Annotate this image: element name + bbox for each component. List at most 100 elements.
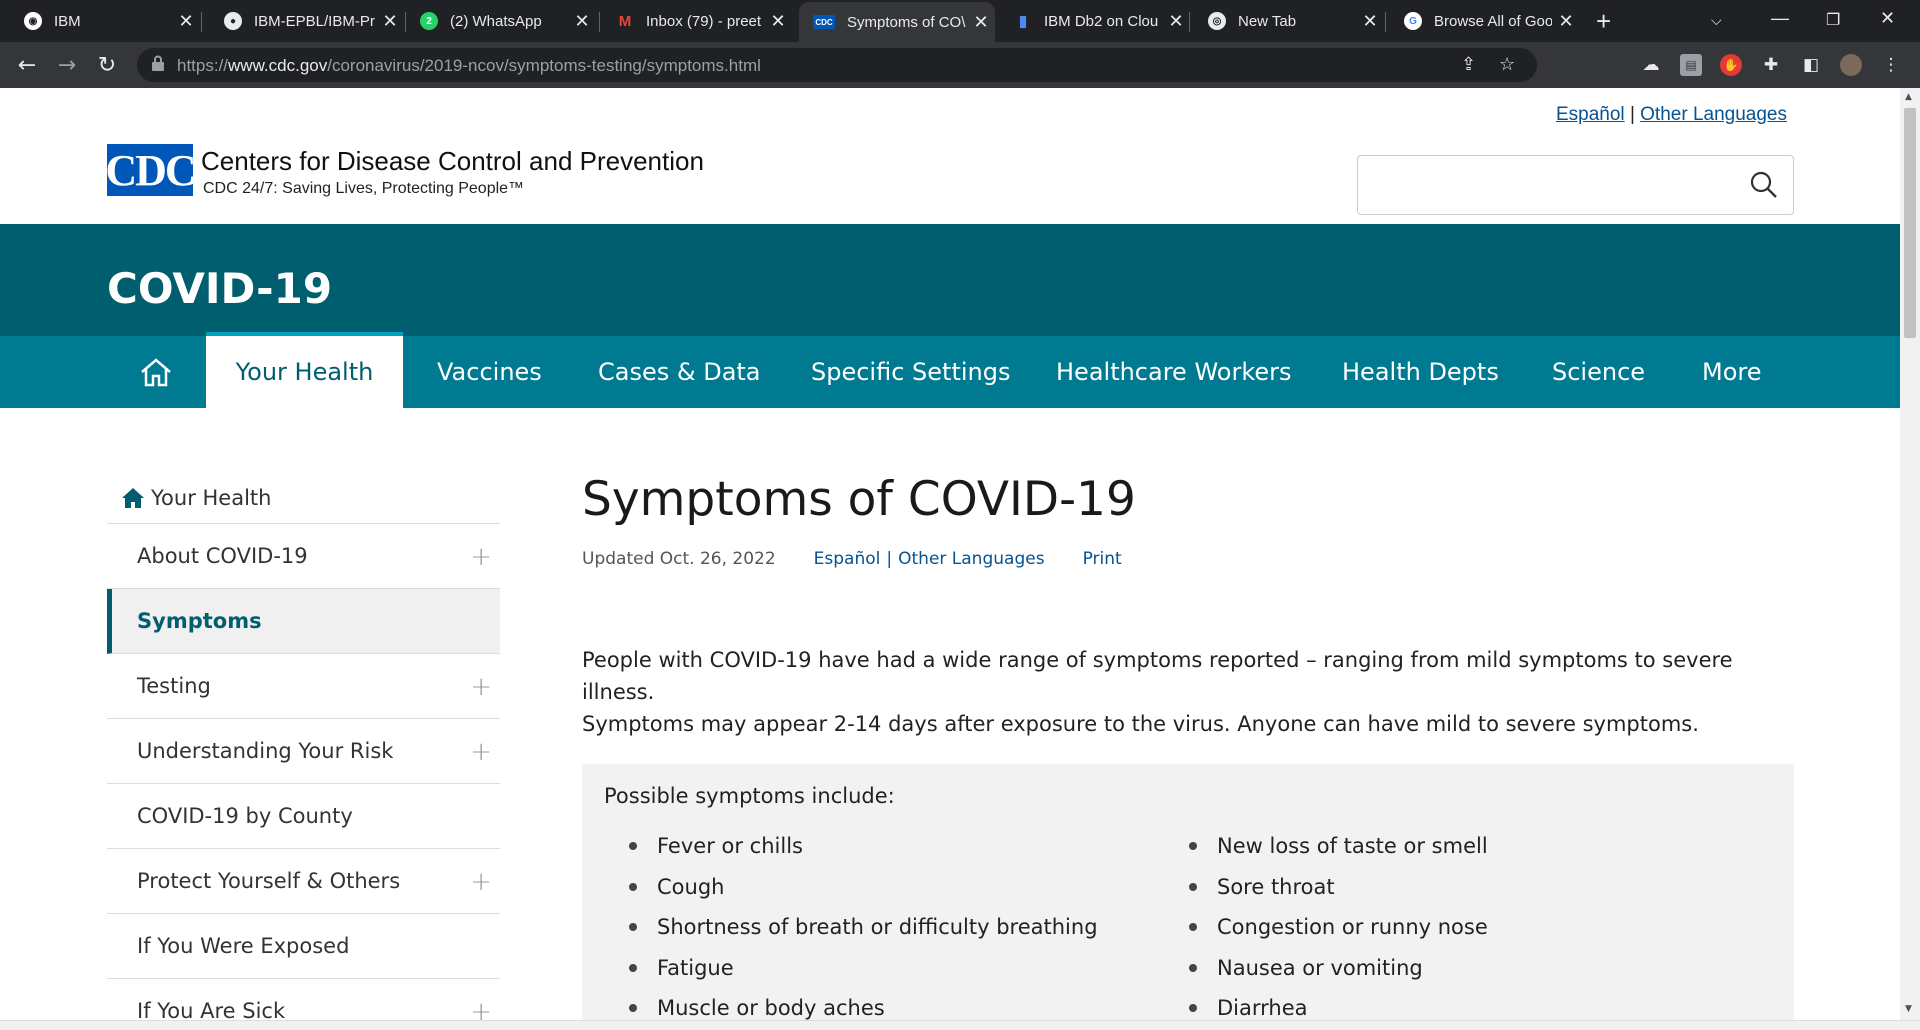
sidenav-item-testing[interactable]: Testing + [107, 654, 500, 719]
sidenav-item-label: Understanding Your Risk [137, 739, 394, 763]
tab-title: IBM Db2 on Clou [1044, 12, 1159, 30]
tab-search-chevron-icon[interactable]: ⌵ [1711, 12, 1722, 29]
github-icon: ● [224, 12, 242, 30]
bullet-icon [629, 923, 637, 932]
sidenav-top-your-health[interactable]: Your Health [107, 472, 500, 524]
sidenav-item-risk[interactable]: Understanding Your Risk + [107, 719, 500, 784]
expand-plus-icon[interactable]: + [470, 737, 492, 767]
symptom-item: New loss of taste or smell [1164, 826, 1724, 867]
callout-label: Possible symptoms include: [604, 784, 895, 808]
side-panel-icon[interactable]: ◧ [1800, 54, 1822, 76]
org-name[interactable]: Centers for Disease Control and Preventi… [201, 146, 704, 177]
nav-home[interactable] [136, 336, 176, 408]
bullet-icon [629, 1004, 637, 1013]
extension-sheet-icon[interactable]: ▤ [1680, 54, 1702, 76]
bullet-icon [1189, 923, 1197, 932]
reload-icon[interactable]: ↻ [92, 50, 122, 80]
intro-line: Symptoms may appear 2-14 days after expo… [582, 712, 1699, 736]
extension-stop-icon[interactable]: ✋ [1720, 54, 1742, 76]
forward-icon[interactable]: → [52, 50, 82, 80]
sidenav-item-symptoms[interactable]: Symptoms [107, 589, 500, 654]
nav-vaccines[interactable]: Vaccines [437, 336, 542, 408]
symptom-label: Congestion or runny nose [1217, 915, 1488, 940]
horizontal-scrollbar[interactable] [0, 1020, 1920, 1030]
expand-plus-icon[interactable]: + [470, 867, 492, 897]
browser-menu-icon[interactable]: ⋮ [1880, 54, 1902, 76]
espanol-link[interactable]: Español [1556, 104, 1625, 125]
symptom-label: Cough [657, 874, 725, 899]
browser-tab[interactable]: ▮ IBM Db2 on Clou ✕ [990, 0, 1190, 42]
nav-cases-data[interactable]: Cases & Data [598, 336, 761, 408]
symptom-item: Shortness of breath or difficulty breath… [604, 907, 1164, 948]
nav-your-health[interactable]: Your Health [206, 332, 403, 408]
gmail-icon: M [618, 12, 632, 30]
minimize-icon[interactable]: — [1771, 8, 1789, 29]
ibm-icon: ◉ [24, 12, 42, 30]
sidenav-item-sick[interactable]: If You Are Sick + [107, 979, 500, 1020]
home-icon [122, 487, 144, 508]
browser-tab[interactable]: ● IBM-EPBL/IBM-Pr ✕ [200, 0, 404, 42]
profile-avatar[interactable] [1840, 54, 1862, 76]
url-scheme: https:// [177, 56, 229, 75]
sidenav-item-county[interactable]: COVID-19 by County [107, 784, 500, 849]
symptom-label: Diarrhea [1217, 996, 1308, 1020]
expand-plus-icon[interactable]: + [470, 542, 492, 572]
nav-science[interactable]: Science [1552, 336, 1645, 408]
expand-plus-icon[interactable]: + [470, 672, 492, 702]
url-text: https://www.cdc.gov/coronavirus/2019-nco… [177, 56, 761, 76]
sidenav-item-about[interactable]: About COVID-19 + [107, 524, 500, 589]
search-icon[interactable] [1749, 170, 1779, 200]
browser-tab[interactable]: G Browse All of Goo ✕ [1380, 0, 1580, 42]
tab-title: Inbox (79) - preet [646, 12, 762, 30]
cdc-logo[interactable]: CDC [105, 144, 197, 196]
browser-tab[interactable]: ◎ New Tab ✕ [1184, 0, 1384, 42]
close-icon[interactable]: ✕ [1552, 11, 1580, 32]
scroll-down-icon[interactable]: ▼ [1905, 1004, 1912, 1014]
org-tagline: CDC 24/7: Saving Lives, Protecting Peopl… [203, 180, 525, 197]
tab-title: IBM-EPBL/IBM-Pr [254, 12, 375, 30]
espanol-link[interactable]: Español [814, 549, 881, 569]
symptom-item: Diarrhea [1164, 988, 1724, 1020]
symptom-item: Fatigue [604, 948, 1164, 989]
symptom-item: Nausea or vomiting [1164, 948, 1724, 989]
expand-plus-icon[interactable]: + [470, 997, 492, 1020]
bookmark-star-icon[interactable]: ☆ [1499, 54, 1515, 75]
browser-tab[interactable]: ◉ IBM ✕ [0, 0, 200, 42]
whatsapp-icon: 2 [420, 12, 438, 30]
symptom-list-right: New loss of taste or smell Sore throat C… [1164, 826, 1724, 1020]
vertical-scrollbar[interactable]: ▲ ▼ [1900, 88, 1920, 1020]
scrollbar-thumb[interactable] [1904, 108, 1916, 338]
sidenav-top-label: Your Health [151, 485, 272, 510]
nav-more[interactable]: More [1702, 336, 1762, 408]
new-tab-plus-icon[interactable]: + [1596, 6, 1611, 37]
window-close-icon[interactable]: ✕ [1880, 8, 1895, 29]
search-input[interactable] [1357, 155, 1794, 215]
sidenav-item-label: Protect Yourself & Others [137, 869, 401, 893]
symptom-label: Fever or chills [657, 834, 803, 859]
page-viewport: Español | Other Languages CDC Centers fo… [0, 88, 1900, 1020]
close-icon[interactable]: ✕ [172, 11, 200, 32]
share-icon[interactable]: ⇪ [1461, 54, 1476, 75]
browser-tab[interactable]: M Inbox (79) - preet ✕ [592, 0, 792, 42]
page-title: Symptoms of COVID-19 [582, 472, 1136, 527]
symptom-item: Fever or chills [604, 826, 1164, 867]
back-icon[interactable]: ← [12, 50, 42, 80]
browser-tab-active[interactable]: CDC Symptoms of CO\ ✕ [799, 2, 995, 42]
sidenav-item-protect[interactable]: Protect Yourself & Others + [107, 849, 500, 914]
sidenav-item-exposed[interactable]: If You Were Exposed [107, 914, 500, 979]
close-icon[interactable]: ✕ [764, 11, 792, 32]
sidenav-item-label: Symptoms [137, 609, 262, 633]
nav-health-depts[interactable]: Health Depts [1342, 336, 1499, 408]
browser-tab[interactable]: 2 (2) WhatsApp ✕ [396, 0, 596, 42]
extension-cloud-icon[interactable]: ☁ [1640, 54, 1662, 76]
other-languages-link[interactable]: Other Languages [1640, 104, 1787, 125]
print-link[interactable]: Print [1083, 549, 1122, 569]
url-host: www.cdc.gov [228, 56, 328, 75]
scroll-up-icon[interactable]: ▲ [1905, 92, 1912, 102]
other-languages-link[interactable]: Other Languages [898, 549, 1044, 569]
extensions-puzzle-icon[interactable]: ✚ [1760, 54, 1782, 76]
nav-healthcare-workers[interactable]: Healthcare Workers [1056, 336, 1292, 408]
nav-specific-settings[interactable]: Specific Settings [811, 336, 1010, 408]
address-bar[interactable]: https://www.cdc.gov/coronavirus/2019-nco… [137, 48, 1537, 82]
restore-icon[interactable]: ❐ [1826, 10, 1840, 30]
